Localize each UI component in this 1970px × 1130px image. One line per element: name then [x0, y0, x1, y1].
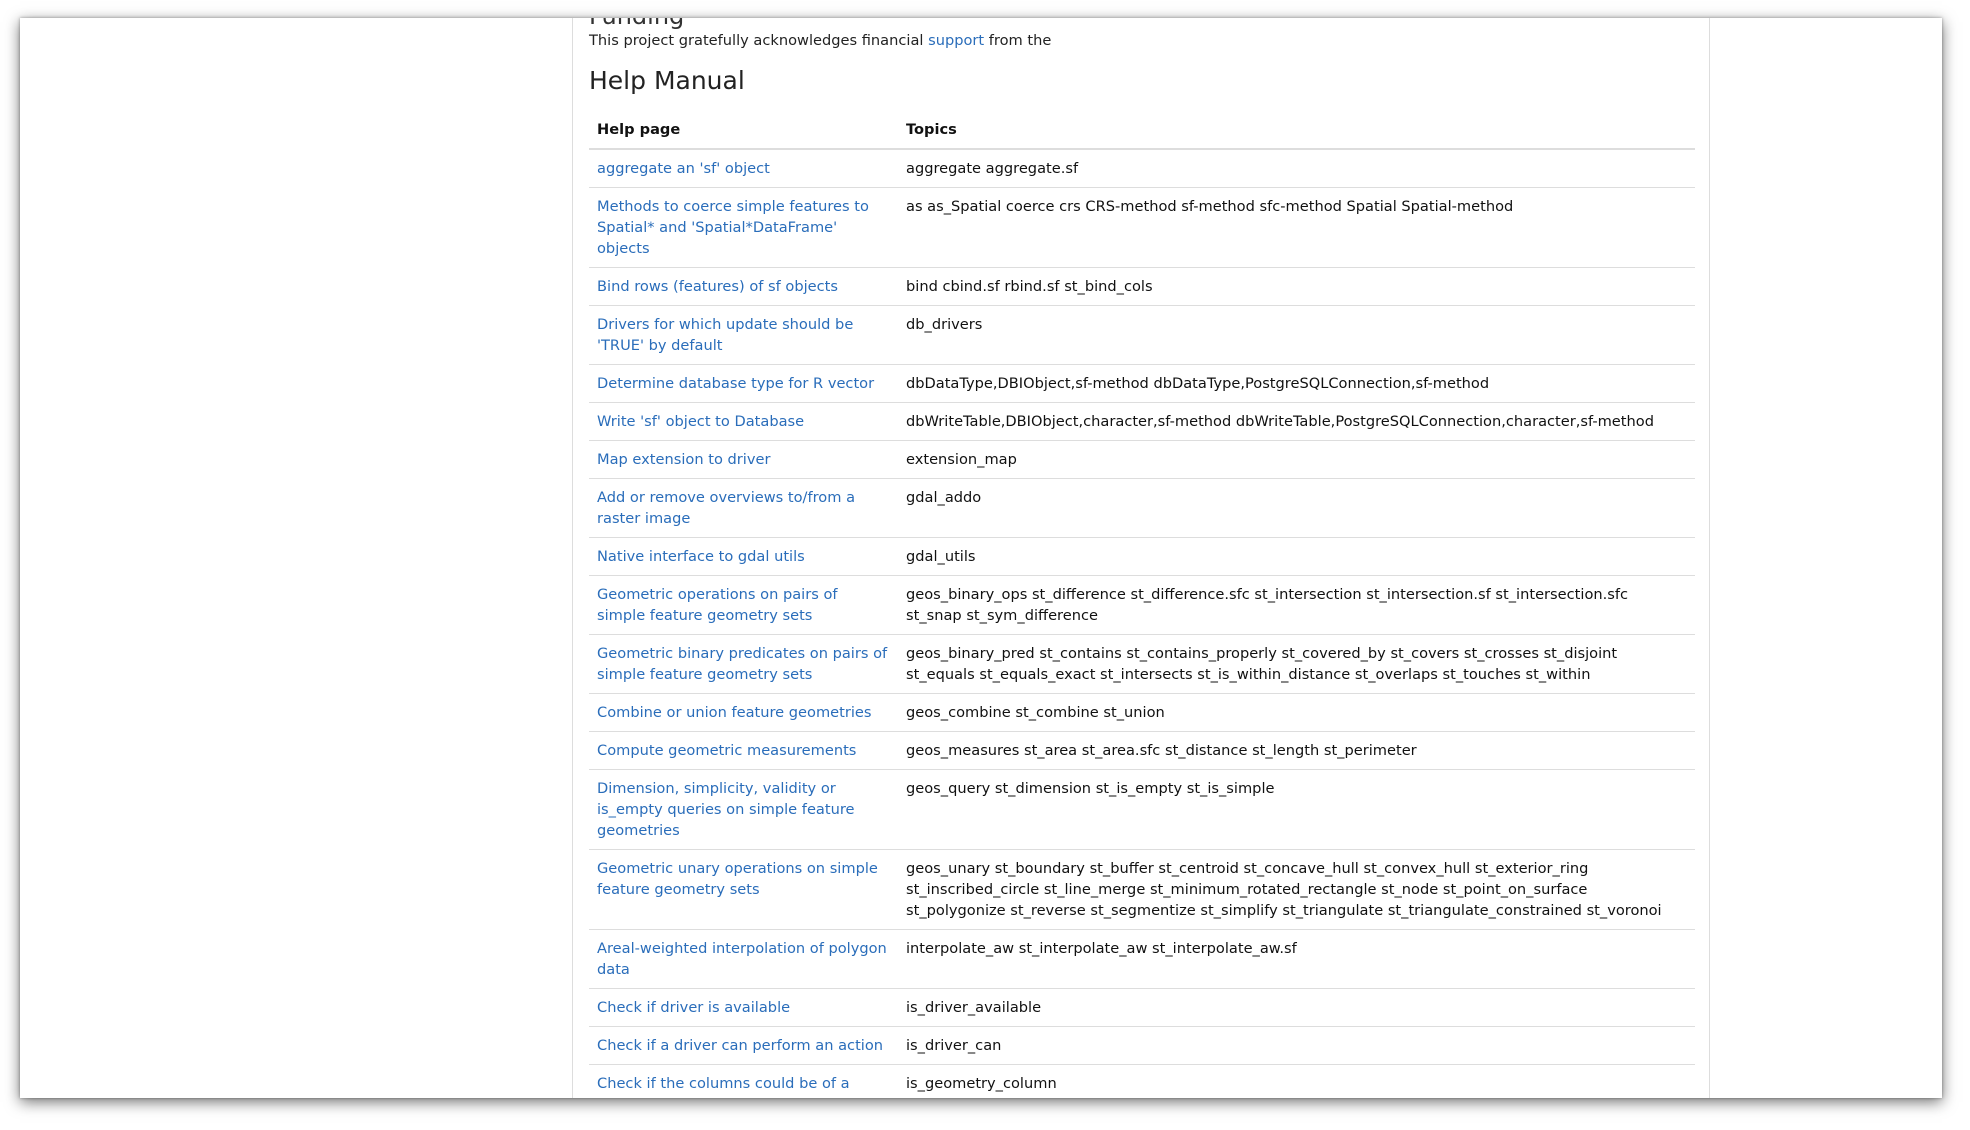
help-page-cell: Add or remove overviews to/from a raster…	[589, 478, 898, 538]
topics-cell: is_driver_can	[898, 1026, 1695, 1065]
help-page-cell: Write 'sf' object to Database	[589, 402, 898, 441]
table-row: Write 'sf' object to Database dbWriteTabl…	[589, 402, 1695, 441]
help-page-link[interactable]: Geometric operations on pairs of simple …	[597, 586, 838, 624]
help-page-cell: Compute geometric measurements	[589, 731, 898, 770]
help-page-link[interactable]: Geometric binary predicates on pairs of …	[597, 645, 887, 683]
help-page-cell: Areal-weighted interpolation of polygon …	[589, 929, 898, 989]
topics-cell: gdal_utils	[898, 537, 1695, 576]
help-page-link[interactable]: Geometric unary operations on simple fea…	[597, 860, 878, 898]
topics-cell: geos_binary_ops st_difference st_differe…	[898, 575, 1695, 635]
acknowledgement-before: This project gratefully acknowledges fin…	[589, 32, 929, 49]
help-page-cell: Check if the columns could be of a coerc…	[589, 1064, 898, 1098]
topics-cell: aggregate aggregate.sf	[898, 148, 1695, 188]
help-page-cell: Geometric binary predicates on pairs of …	[589, 634, 898, 694]
help-page-cell: Check if driver is available	[589, 988, 898, 1027]
help-page-link[interactable]: Methods to coerce simple features to Spa…	[597, 198, 869, 257]
help-page-link[interactable]: Areal-weighted interpolation of polygon …	[597, 940, 887, 978]
table-row: Geometric binary predicates on pairs of …	[589, 634, 1695, 694]
help-page-link[interactable]: Dimension, simplicity, validity or is_em…	[597, 780, 855, 839]
help-page-link[interactable]: Native interface to gdal utils	[597, 548, 805, 565]
table-row: Check if driver is available is_driver_av…	[589, 988, 1695, 1027]
help-page-cell: Dimension, simplicity, validity or is_em…	[589, 769, 898, 850]
help-page-cell: Methods to coerce simple features to Spa…	[589, 187, 898, 268]
help-page-cell: Bind rows (features) of sf objects	[589, 267, 898, 306]
table-row: Check if a driver can perform an action i…	[589, 1026, 1695, 1065]
table-row: Map extension to driver extension_map	[589, 440, 1695, 479]
topics-cell: interpolate_aw st_interpolate_aw st_inte…	[898, 929, 1695, 989]
topics-cell: geos_binary_pred st_contains st_contains…	[898, 634, 1695, 694]
table-row: Combine or union feature geometries geos_…	[589, 693, 1695, 732]
help-page-link[interactable]: Add or remove overviews to/from a raster…	[597, 489, 855, 527]
topics-cell: geos_measures st_area st_area.sfc st_dis…	[898, 731, 1695, 770]
table-row: Areal-weighted interpolation of polygon …	[589, 929, 1695, 989]
help-page-cell: Drivers for which update should be 'TRUE…	[589, 305, 898, 365]
help-page-link[interactable]: Compute geometric measurements	[597, 742, 856, 759]
topics-cell: geos_unary st_boundary st_buffer st_cent…	[898, 849, 1695, 930]
help-page-column-header: Help page	[589, 110, 898, 150]
topics-cell: dbWriteTable,DBIObject,character,sf-meth…	[898, 402, 1695, 441]
help-manual-title: Help Manual	[589, 66, 745, 95]
help-page-cell: aggregate an 'sf' object	[589, 148, 898, 188]
table-row: Determine database type for R vector dbDa…	[589, 364, 1695, 403]
help-page-cell: Map extension to driver	[589, 440, 898, 479]
help-page-link[interactable]: Write 'sf' object to Database	[597, 413, 804, 430]
topics-cell: extension_map	[898, 440, 1695, 479]
help-page-cell: Geometric unary operations on simple fea…	[589, 849, 898, 930]
funding-heading: Funding	[589, 18, 684, 30]
topics-cell: db_drivers	[898, 305, 1695, 365]
table-row: Compute geometric measurements geos_measu…	[589, 731, 1695, 770]
help-page-cell: Check if a driver can perform an action	[589, 1026, 898, 1065]
main-content: Funding This project gratefully acknowle…	[572, 18, 1710, 1098]
table-row: Dimension, simplicity, validity or is_em…	[589, 769, 1695, 850]
table-row: Native interface to gdal utils gdal_utils	[589, 537, 1695, 576]
table-row: aggregate an 'sf' object aggregate aggreg…	[589, 148, 1695, 188]
acknowledgement-text: This project gratefully acknowledges fin…	[589, 32, 1051, 49]
topics-cell: is_geometry_column	[898, 1064, 1695, 1098]
topics-cell: dbDataType,DBIObject,sf-method dbDataTyp…	[898, 364, 1695, 403]
help-page-link[interactable]: Bind rows (features) of sf objects	[597, 278, 838, 295]
topics-column-header: Topics	[898, 110, 1695, 150]
topics-cell: is_driver_available	[898, 988, 1695, 1027]
acknowledgement-after: from the	[984, 32, 1052, 49]
table-row: Check if the columns could be of a coerc…	[589, 1064, 1695, 1098]
help-page-link[interactable]: Combine or union feature geometries	[597, 704, 872, 721]
help-page-cell: Geometric operations on pairs of simple …	[589, 575, 898, 635]
help-manual-rows: aggregate an 'sf' object aggregate aggreg…	[589, 148, 1695, 1098]
table-row: Geometric unary operations on simple fea…	[589, 849, 1695, 930]
help-page-cell: Determine database type for R vector	[589, 364, 898, 403]
help-page-link[interactable]: Map extension to driver	[597, 451, 770, 468]
table-row: Add or remove overviews to/from a raster…	[589, 478, 1695, 538]
topics-cell: as as_Spatial coerce crs CRS-method sf-m…	[898, 187, 1695, 268]
help-manual-table: Help page Topics aggregate an 'sf' objec…	[589, 110, 1695, 1098]
table-row: Bind rows (features) of sf objects bind c…	[589, 267, 1695, 306]
help-page-link[interactable]: Check if driver is available	[597, 999, 790, 1016]
help-page-link[interactable]: aggregate an 'sf' object	[597, 160, 770, 177]
help-page-link[interactable]: Drivers for which update should be 'TRUE…	[597, 316, 853, 354]
table-row: Geometric operations on pairs of simple …	[589, 575, 1695, 635]
help-page-link[interactable]: Check if the columns could be of a coerc…	[597, 1075, 850, 1098]
table-row: Drivers for which update should be 'TRUE…	[589, 305, 1695, 365]
help-page-link[interactable]: Determine database type for R vector	[597, 375, 874, 392]
table-row: Methods to coerce simple features to Spa…	[589, 187, 1695, 268]
topics-cell: geos_query st_dimension st_is_empty st_i…	[898, 769, 1695, 850]
topics-cell: gdal_addo	[898, 478, 1695, 538]
support-link[interactable]: support	[928, 32, 984, 49]
topics-cell: bind cbind.sf rbind.sf st_bind_cols	[898, 267, 1695, 306]
topics-cell: geos_combine st_combine st_union	[898, 693, 1695, 732]
help-page-cell: Native interface to gdal utils	[589, 537, 898, 576]
table-header-row: Help page Topics	[589, 110, 1695, 150]
help-page-cell: Combine or union feature geometries	[589, 693, 898, 732]
browser-window: Funding This project gratefully acknowle…	[20, 18, 1942, 1098]
help-page-link[interactable]: Check if a driver can perform an action	[597, 1037, 883, 1054]
